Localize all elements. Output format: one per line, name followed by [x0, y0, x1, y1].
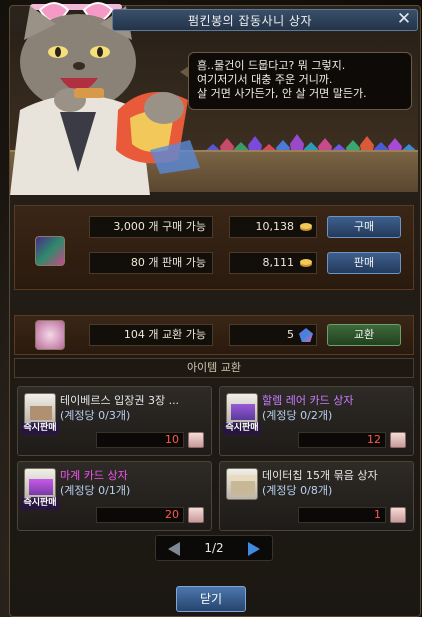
card-box-icon: [226, 393, 258, 425]
window-title: 펌킨봉의 잡동사니 상자: [187, 14, 313, 28]
item-name: 테이베르스 입장권 3장 ...: [60, 394, 180, 407]
pagination: 1/2: [155, 535, 273, 561]
dialog-line-3: 살 거면 사가든가, 안 살 거면 말든가.: [197, 87, 367, 100]
window-title-bar: 펌킨봉의 잡동사니 상자 ✕: [112, 9, 418, 31]
card-box-icon: [24, 468, 56, 500]
item-limit: (계정당 0/8개): [262, 484, 333, 497]
instant-sell-tag: 즉시판매: [21, 497, 59, 510]
item-name: 마계 카드 상자: [60, 469, 128, 482]
gold-coin-icon: [300, 223, 312, 231]
buy-quantity-field: 3,000 개 구매 가능: [89, 216, 213, 238]
exchange-item-card[interactable]: 즉시판매 테이베르스 입장권 3장 ... (계정당 0/3개) 10: [17, 386, 212, 456]
item-cost: 12: [298, 432, 386, 448]
close-button[interactable]: 닫기: [176, 586, 246, 612]
close-icon[interactable]: ✕: [395, 11, 413, 29]
exchange-row: 104 개 교환 가능 5 교환: [15, 318, 415, 354]
gold-coin-icon: [300, 259, 312, 267]
exchange-panel: 104 개 교환 가능 5 교환: [14, 315, 414, 355]
next-page-icon[interactable]: [248, 542, 260, 556]
item-limit: (계정당 0/3개): [60, 409, 131, 422]
sell-button[interactable]: 판매: [327, 252, 401, 274]
exchange-token-icon: [188, 507, 204, 523]
exchange-item-card[interactable]: 즉시판매 마계 카드 상자 (계정당 0/1개) 20: [17, 461, 212, 531]
exchange-item-card[interactable]: 즉시판매 할렘 레어 카드 상자 (계정당 0/2개) 12: [219, 386, 414, 456]
treasure-box-icon: [24, 393, 56, 425]
dialog-line-2: 여기저기서 대충 주운 거니까.: [197, 73, 333, 86]
item-cost: 1: [298, 507, 386, 523]
exchange-button[interactable]: 교환: [327, 324, 401, 346]
sell-row: 80 개 판매 가능 8,111 판매: [15, 250, 415, 286]
dialog-line-1: 흠..물건이 드뭅다고? 뭐 그렇지.: [197, 59, 346, 72]
exchange-token-icon: [390, 507, 406, 523]
sell-quantity-field: 80 개 판매 가능: [89, 252, 213, 274]
item-limit: (계정당 0/1개): [60, 484, 131, 497]
exchange-item-card[interactable]: 데이터칩 15개 묶음 상자 (계정당 0/8개) 1: [219, 461, 414, 531]
buy-sell-panel: 3,000 개 구매 가능 10,138 구매 80 개 판매 가능 8,111…: [14, 205, 414, 290]
item-exchange-header: 아이템 교환: [14, 358, 414, 378]
buy-button[interactable]: 구매: [327, 216, 401, 238]
item-cost: 10: [96, 432, 184, 448]
item-limit: (계정당 0/2개): [262, 409, 333, 422]
pink-orb-card-icon: [35, 320, 65, 350]
exchange-token-icon: [188, 432, 204, 448]
item-name: 데이터칩 15개 묶음 상자: [262, 469, 378, 482]
npc-speech-bubble: 흠..물건이 드뭅다고? 뭐 그렇지. 여기저기서 대충 주운 거니까. 살 거…: [188, 52, 412, 110]
item-name: 할렘 레어 카드 상자: [262, 394, 354, 407]
open-box-icon: [226, 468, 258, 500]
buy-row: 3,000 개 구매 가능 10,138 구매: [15, 214, 415, 266]
instant-sell-tag: 즉시판매: [21, 422, 59, 435]
item-cost: 20: [96, 507, 184, 523]
exchange-quantity-field: 104 개 교환 가능: [89, 324, 213, 346]
exchange-token-icon: [390, 432, 406, 448]
instant-sell-tag: 즉시판매: [223, 422, 261, 435]
